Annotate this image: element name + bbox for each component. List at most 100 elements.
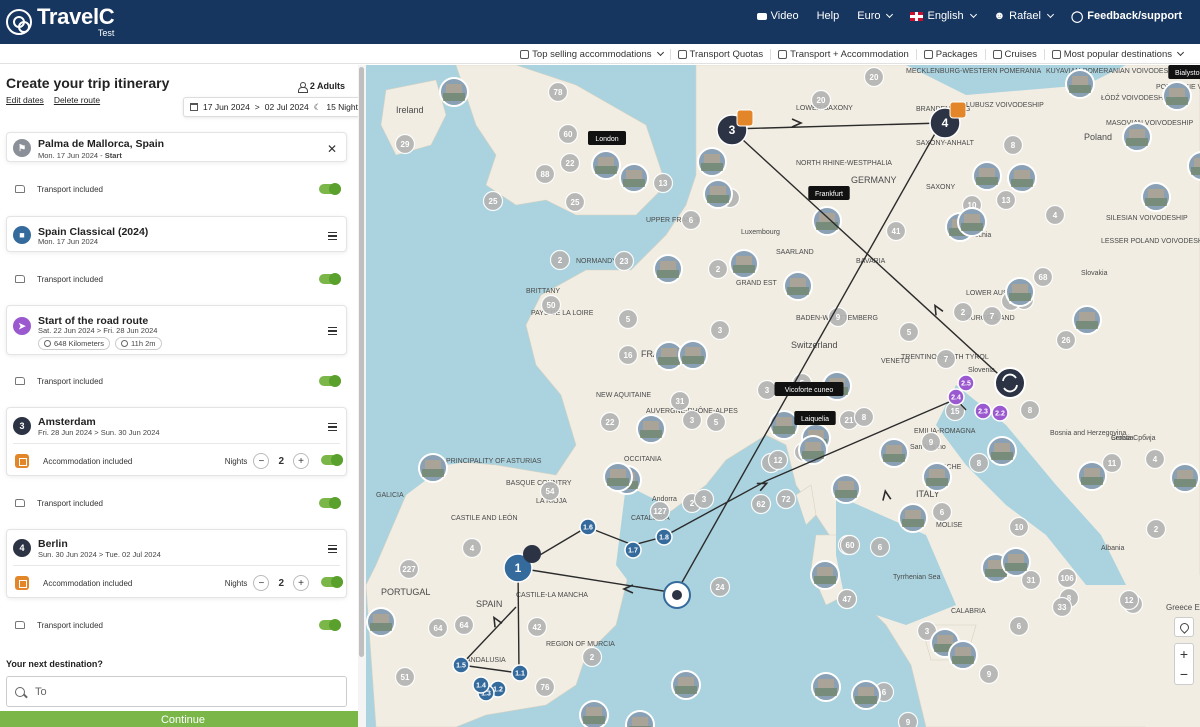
cluster-count: 23 xyxy=(620,257,629,266)
travelc-logo[interactable]: TravelC Test xyxy=(6,2,115,42)
cluster-count: 7 xyxy=(944,355,949,364)
stop-card-amsterdam[interactable]: 3 Amsterdam Fri. 28 Jun 2024 > Sun. 30 J… xyxy=(6,407,347,476)
subnav-label: Packages xyxy=(935,48,978,60)
currency-dropdown[interactable]: Euro xyxy=(857,10,894,22)
destination-input[interactable]: To xyxy=(6,676,347,707)
transport-toggle[interactable] xyxy=(319,619,341,631)
menu-icon[interactable] xyxy=(328,423,337,431)
package-card[interactable]: ■ Spain Classical (2024) Mon. 17 Jun 202… xyxy=(6,216,347,252)
accommodation-toggle[interactable] xyxy=(321,576,343,588)
flag-icon: ⚑ xyxy=(13,139,31,157)
menu-icon[interactable] xyxy=(328,232,337,240)
date-from: 17 Jun 2024 xyxy=(203,102,250,112)
cluster-count: 127 xyxy=(653,507,667,516)
transport-toggle[interactable] xyxy=(319,273,341,285)
cluster-count: 15 xyxy=(951,407,960,416)
stop-number-badge: 3 xyxy=(13,417,31,435)
transport-toggle[interactable] xyxy=(319,375,341,387)
photo-thumbnail xyxy=(1012,284,1028,293)
menu-icon[interactable] xyxy=(328,327,337,335)
cluster-count: 8 xyxy=(1011,141,1016,150)
nights-increase-button[interactable]: + xyxy=(293,575,309,591)
subnav-item-5[interactable]: Most popular destinations xyxy=(1045,49,1190,60)
nights-decrease-button[interactable]: − xyxy=(253,453,270,469)
photo-thumbnail xyxy=(707,195,729,203)
cluster-count: 9 xyxy=(987,670,992,679)
zoom-in-button[interactable]: + xyxy=(1180,644,1188,664)
cluster-count: 13 xyxy=(1002,196,1011,205)
photo-thumbnail xyxy=(773,426,795,434)
cluster-count: 54 xyxy=(546,487,555,496)
cluster-count: 3 xyxy=(718,326,723,335)
transport-label: Transport included xyxy=(37,376,103,386)
accommodation-row: Accommodation included Nights − 2 + xyxy=(13,452,343,470)
adults-selector[interactable]: 2 Adults xyxy=(297,81,345,93)
stop-card-berlin[interactable]: 4 Berlin Sun. 30 Jun 2024 > Tue. 02 Jul … xyxy=(6,529,347,598)
language-dropdown[interactable]: English xyxy=(910,10,977,22)
photo-thumbnail xyxy=(976,177,998,185)
photo-thumbnail xyxy=(586,707,602,716)
photo-thumbnail xyxy=(701,163,723,171)
sync-icon[interactable] xyxy=(994,367,1026,399)
panel-scrollbar[interactable] xyxy=(358,65,366,727)
hotel-badge-icon xyxy=(736,109,754,127)
subnav-item-1[interactable]: Transport Quotas xyxy=(671,48,772,60)
map-canvas[interactable]: IrelandFRANCESPAINPORTUGALITALYGERMANYSw… xyxy=(366,65,1200,727)
route-stop-label: 1.7 xyxy=(628,548,638,555)
region-label: Ireland xyxy=(396,105,424,115)
nights-decrease-button[interactable]: − xyxy=(253,575,270,591)
subnav-item-0[interactable]: Top selling accommodations xyxy=(513,48,671,60)
nights-increase-button[interactable]: + xyxy=(293,453,309,469)
cluster-count: 13 xyxy=(659,179,668,188)
photo-thumbnail xyxy=(1148,189,1164,198)
help-link[interactable]: Help xyxy=(817,10,840,22)
subnav-item-2[interactable]: Transport + Accommodation xyxy=(771,48,917,60)
menu-icon[interactable] xyxy=(328,545,337,553)
start-tag: Start xyxy=(104,151,122,160)
region-label: MASOVIAN VOIVODESHIP xyxy=(1106,120,1193,127)
zoom-out-button[interactable]: − xyxy=(1180,664,1188,684)
map-view[interactable]: IrelandFRANCESPAINPORTUGALITALYGERMANYSw… xyxy=(366,65,1200,727)
clock-icon xyxy=(121,340,129,347)
cluster-count: 25 xyxy=(571,198,580,207)
transport-toggle[interactable] xyxy=(319,497,341,509)
continue-button[interactable]: Continue xyxy=(0,711,366,727)
accommodation-toggle[interactable] xyxy=(321,454,343,466)
region-label: MECKLENBURG-WESTERN POMERANIA xyxy=(906,68,1042,75)
photo-thumbnail xyxy=(1126,138,1148,146)
date-to: 02 Jul 2024 xyxy=(264,102,309,112)
photo-thumbnail xyxy=(929,469,945,478)
feedback-link[interactable]: ◯ Feedback/support xyxy=(1071,10,1182,23)
photo-thumbnail xyxy=(657,270,679,278)
trip-dates-box[interactable]: 17 Jun 2024 > 02 Jul 2024 ☾ 15 Nights xyxy=(183,97,370,117)
close-icon[interactable]: ✕ xyxy=(327,142,337,156)
divider xyxy=(13,443,340,444)
subnav-item-3[interactable]: Packages xyxy=(917,48,986,60)
video-link[interactable]: Video xyxy=(756,10,799,22)
car-icon xyxy=(15,621,25,629)
fit-route-button[interactable] xyxy=(1174,617,1194,637)
user-icon: ☻ xyxy=(993,10,1006,22)
user-dropdown[interactable]: ☻ Rafael xyxy=(993,10,1054,22)
delete-route-link[interactable]: Delete route xyxy=(54,95,100,105)
zoom-control: + − xyxy=(1174,643,1194,685)
photo-thumbnail xyxy=(815,688,837,696)
cluster-count: 68 xyxy=(1039,273,1048,282)
region-label: MOLISE xyxy=(936,522,963,529)
scrollbar-thumb[interactable] xyxy=(359,67,364,657)
transport-toggle[interactable] xyxy=(319,183,341,195)
road-route-card[interactable]: ➤ Start of the road route Sat. 22 Jun 20… xyxy=(6,305,347,355)
photo-thumbnail xyxy=(961,223,983,231)
nights-value: 2 xyxy=(278,455,284,467)
start-card[interactable]: ⚑ Palma de Mallorca, Spain Mon. 17 Jun 2… xyxy=(6,132,347,162)
region-label: Greece Ελλάδα xyxy=(1166,603,1200,612)
chat-icon: ◯ xyxy=(1070,10,1084,23)
cluster-count: 21 xyxy=(845,416,854,425)
photo-thumbnail xyxy=(858,687,874,696)
cluster-count: 2 xyxy=(716,265,721,274)
region-label: Serbia Србија xyxy=(1111,434,1156,442)
cluster-count: 2 xyxy=(590,653,595,662)
edit-dates-link[interactable]: Edit dates xyxy=(6,95,44,105)
cluster-count: 20 xyxy=(870,73,879,82)
subnav-item-4[interactable]: Cruises xyxy=(986,48,1045,60)
